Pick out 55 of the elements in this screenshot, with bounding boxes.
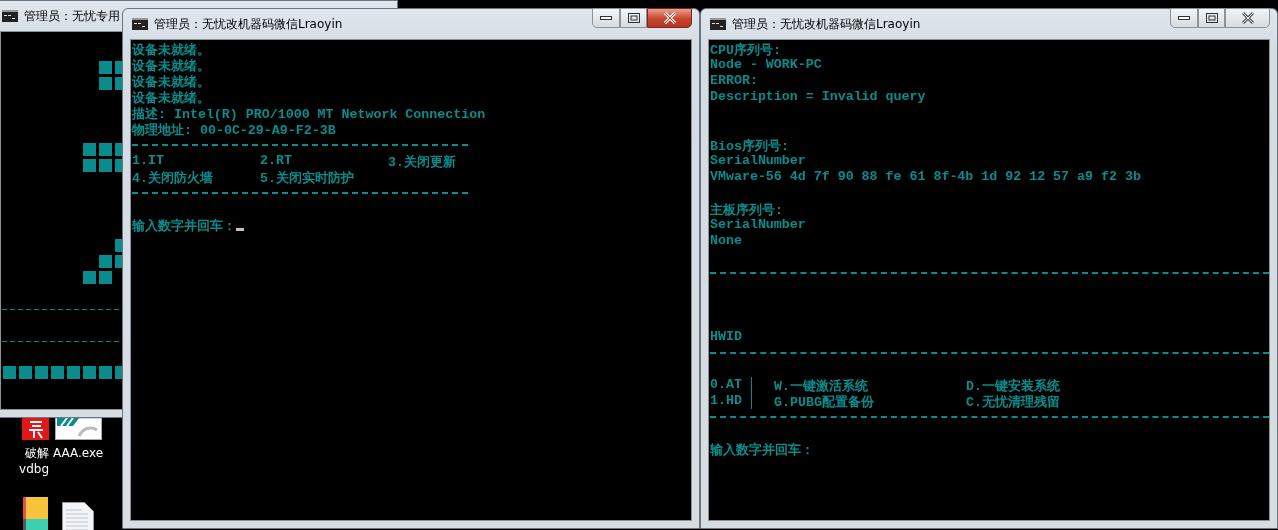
menu-option: W.一键激活系统 [774,377,868,393]
menu-option: 0.AT [710,377,742,393]
close-button[interactable] [1225,8,1270,28]
minimize-button[interactable] [592,8,620,28]
console-line: VMware-56 4d 7f 90 88 fe 61 8f-4b 1d 92 12 57 a9 f2 3b [710,169,1141,185]
console-line: ERROR: [710,73,758,89]
maximize-button[interactable] [1198,8,1225,28]
icon-label: vdbg [19,461,49,477]
window-title: 管理员：无忧改机器码微信Lraoyin [732,15,921,33]
close-button[interactable] [647,8,692,28]
maximize-icon [1205,13,1218,23]
minimize-icon [600,15,612,21]
console-line: Description = Invalid query [710,89,926,105]
console-line: SerialNumber [710,217,806,233]
console-line: HWID [710,329,742,345]
console-line: 物理地址: 00-0C-29-A9-F2-3B [132,122,336,137]
console-line: 描述: Intel(R) PRO/1000 MT Network Connection [132,106,486,121]
close-icon [1240,12,1255,24]
menu-option: 4.关闭防火墙 [132,169,213,185]
console-line: 设备未就绪。 [132,74,210,89]
menu-option: D.一键安装系统 [966,377,1060,393]
app-icon[interactable] [22,418,49,440]
console-line: Node - WORK-PC [710,57,822,73]
console-line: 设备未就绪。 [132,58,210,73]
app-icon[interactable] [23,497,48,530]
console-line: CPU序列号: [710,41,781,57]
menu-option: 5.关闭实时防护 [260,169,354,185]
console-line: SerialNumber [710,153,806,169]
console-icon [2,10,18,22]
console-line: 主板序列号: [710,201,783,217]
menu-option: G.PUBG配置备份 [774,393,874,409]
console-line: Bios序列号: [710,137,789,153]
console-icon [710,18,726,30]
close-icon [662,12,677,24]
document-icon[interactable] [62,502,94,530]
minimize-icon [1178,15,1190,21]
console-line: None [710,233,742,249]
menu-option: C.无忧清理残留 [966,393,1060,409]
menu-option: 2.RT [260,153,292,169]
input-prompt: 输入数字并回车： [132,217,236,233]
menu-option: 1.IT [132,153,164,169]
input-prompt: 输入数字并回车： [710,441,814,457]
maximize-icon [627,13,640,23]
menu-option: 1.HD [710,393,742,409]
console-line: 设备未就绪。 [132,90,210,105]
window-title: 管理员：无忧专用 [24,7,120,25]
icon-label: AAA.exe [52,445,104,461]
installer-icon[interactable] [54,418,102,440]
maximize-button[interactable] [620,8,647,28]
console-line: 设备未就绪。 [132,42,210,57]
icon-label: 破解 [25,445,49,461]
console-icon [132,18,148,30]
menu-option: 3.关闭更新 [388,153,456,169]
window-title: 管理员：无忧改机器码微信Lraoyin [154,15,343,33]
minimize-button[interactable] [1170,8,1198,28]
